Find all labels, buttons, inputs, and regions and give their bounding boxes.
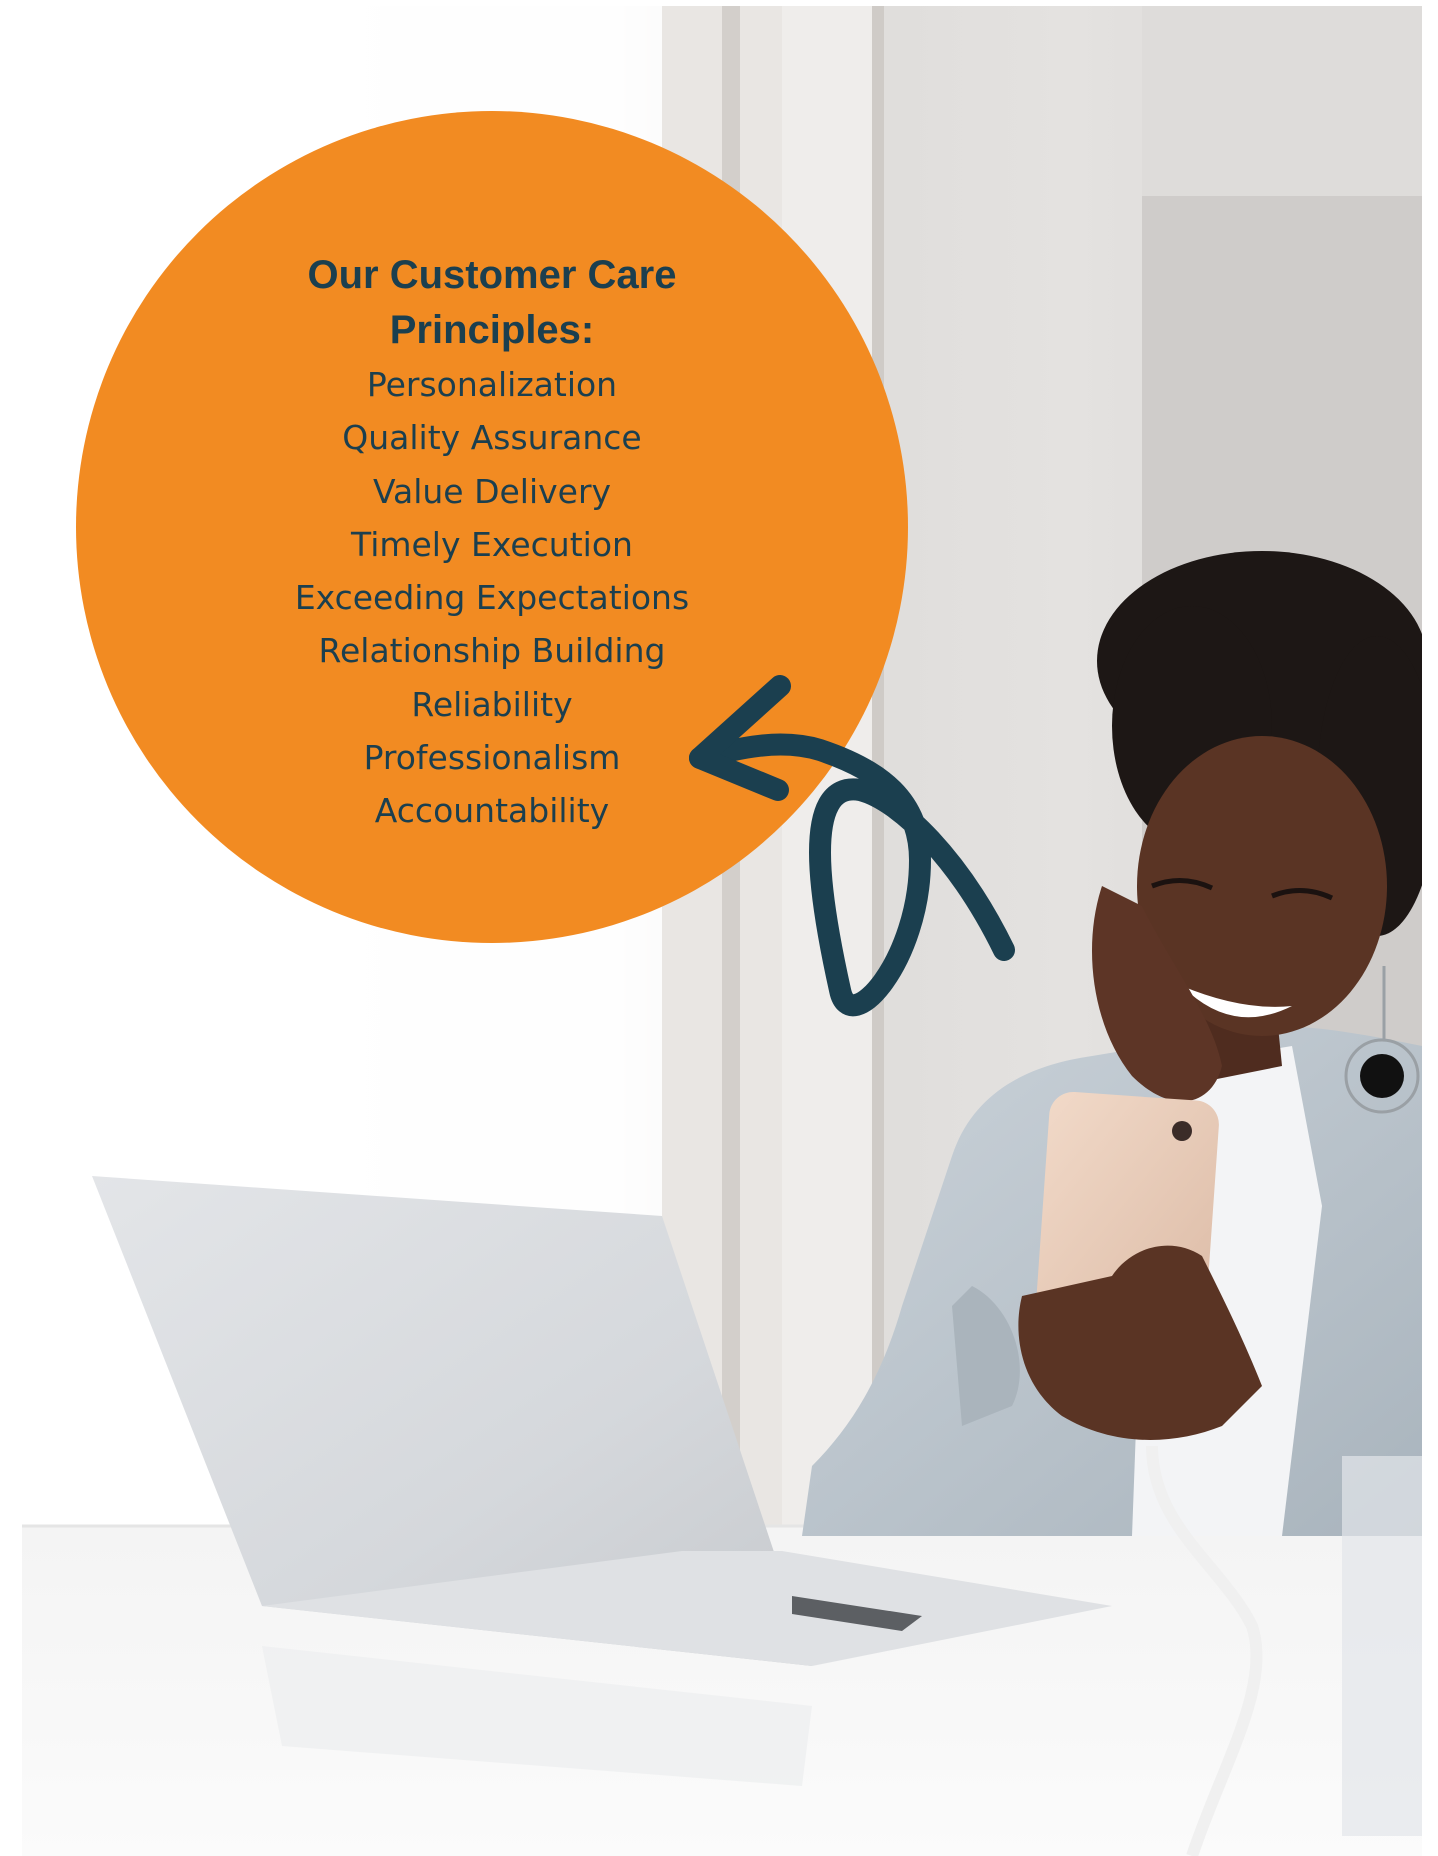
principle-item: Personalization <box>366 365 618 404</box>
principles-list: Personalization Quality Assurance Value … <box>156 358 828 838</box>
principle-item: Professionalism <box>363 738 621 778</box>
page: Our Customer Care Principles: Personaliz… <box>0 0 1438 1856</box>
principle-item: Accountability <box>374 791 610 831</box>
heading-line-2: Principles: <box>389 308 595 352</box>
principle-item: Quality Assurance <box>342 418 642 458</box>
principle-item: Relationship Building <box>318 631 666 671</box>
principles-card: Our Customer Care Principles: Personaliz… <box>156 248 828 838</box>
principle-item: Exceeding Expectations <box>294 578 690 618</box>
principles-heading: Our Customer Care Principles: <box>156 248 828 358</box>
principle-item: Value Delivery <box>372 471 612 511</box>
principle-item: Timely Execution <box>351 524 633 564</box>
principle-item: Reliability <box>411 684 573 724</box>
heading-line-1: Our Customer Care <box>307 253 677 297</box>
